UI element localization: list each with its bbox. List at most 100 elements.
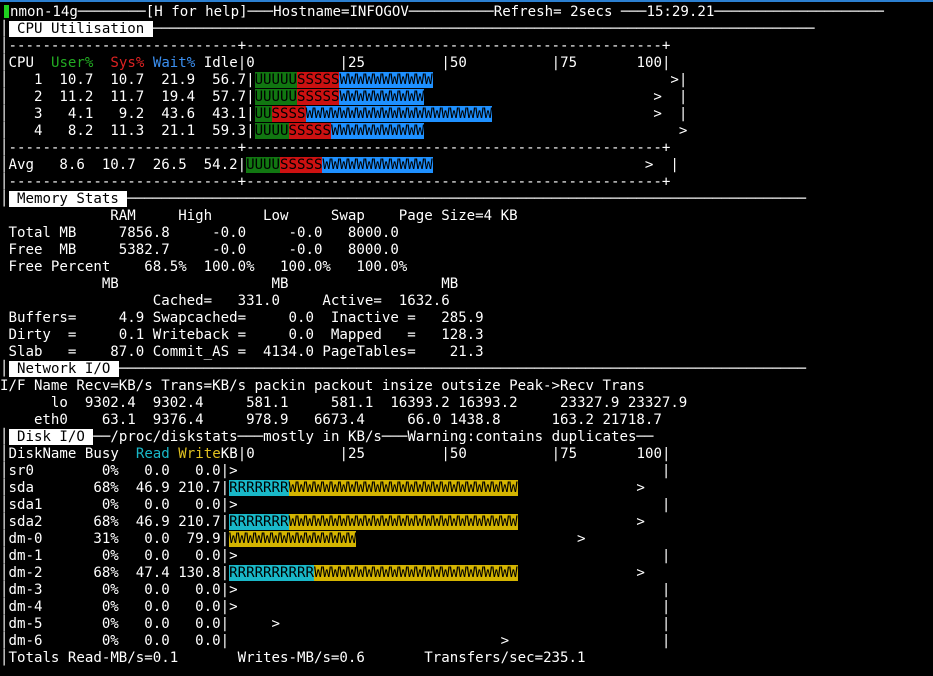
disk-row: │dm-5 0% 0.0 0.0| > |: [0, 616, 670, 633]
disk-row: │dm-1 0% 0.0 0.0|> |: [0, 548, 670, 565]
disk-row-tail: |: [509, 633, 671, 649]
wait-bar: WWWWWWWWWWW: [339, 72, 433, 88]
memory-line: Dirty = 0.1 Writeback = 0.0 Mapped = 128…: [0, 327, 484, 343]
app-name: nmon-14g: [10, 4, 78, 20]
disk-row-values: │dm-0 31% 0.0 79.9|: [0, 531, 230, 547]
disk-row: │dm-2 68% 47.4 130.8|RRRRRRRRRRWWWWWWWWW…: [0, 565, 645, 582]
disk-bar-marker: >: [229, 633, 510, 649]
window-top-border: [0, 0, 933, 2]
memory-section-title: Memory Stats: [8, 191, 128, 207]
disk-row-values: │sda2 68% 46.9 210.7|: [0, 514, 230, 530]
network-line: eth0 63.1 9376.4 978.9 6673.4 66.0 1438.…: [0, 412, 662, 428]
cpu-row: │ 2 11.2 11.7 19.4 57.7|UUUUUSSSSSWWWWWW…: [0, 89, 687, 106]
cpu-row-tail: >: [424, 123, 688, 139]
disk-source-path: /proc/diskstats: [110, 429, 238, 445]
sys-bar: SSSSS: [297, 89, 340, 105]
wait-bar: WWWWWWWWWWWWWWWWWWWWWW: [305, 106, 493, 122]
disk-row-tail: >: [517, 480, 645, 496]
disk-row: │sda 68% 46.9 210.7|RRRRRRRWWWWWWWWWWWWW…: [0, 480, 645, 497]
user-bar: UUUU: [254, 123, 289, 139]
disk-row: │dm-0 31% 0.0 79.9|WWWWWWWWWWWWWWW >: [0, 531, 586, 548]
terminal-cursor: [4, 5, 9, 18]
cpu-row: │ 4 8.2 11.3 21.1 59.3|UUUUSSSSSWWWWWWWW…: [0, 123, 687, 140]
read-bar: RRRRRRR: [229, 480, 289, 496]
read-bar: RRRRRRRRRR: [229, 565, 314, 581]
cpu-row-tail: >|: [432, 72, 688, 88]
network-section-title: Network I/O: [8, 361, 119, 377]
disk-row: │dm-4 0% 0.0 0.0|> |: [0, 599, 670, 616]
disk-row-values: │dm-5 0% 0.0 0.0|: [0, 616, 230, 632]
cpu-row-values: │ 1 10.7 10.7 21.9 56.7|: [0, 72, 255, 88]
avg-tail: > |: [432, 157, 679, 173]
memory-line: Slab = 87.0 Commit_AS = 4134.0 PageTable…: [0, 344, 484, 360]
disk-row: │sda1 0% 0.0 0.0|> |: [0, 497, 670, 514]
disk-row-values: │sda 68% 46.9 210.7|: [0, 480, 230, 496]
hostname: Hostname=INFOGOV: [273, 4, 409, 20]
disk-row: │sr0 0% 0.0 0.0|> |: [0, 463, 670, 480]
user-bar: UU: [254, 106, 272, 122]
disk-row-values: │dm-3 0% 0.0 0.0|: [0, 582, 230, 598]
avg-sys-bar: SSSSS: [280, 157, 323, 173]
disk-row-tail: |: [237, 582, 671, 598]
memory-line: Free Percent 68.5% 100.0% 100.0% 100.0%: [0, 259, 408, 275]
disk-bar-marker: >: [229, 599, 238, 615]
disk-scale: |0 |25 |50 |75 100|: [237, 446, 671, 462]
disk-warning: Warning:contains duplicates: [407, 429, 637, 445]
disk-row-tail: >: [356, 531, 586, 547]
cpu-row-values: │ 3 4.1 9.2 43.6 43.1|: [0, 106, 255, 122]
clock: 15:29.21: [646, 4, 715, 20]
sys-bar: SSSSS: [297, 72, 340, 88]
network-section-header: │ Network I/O ──────────────────────────…: [0, 361, 807, 377]
disk-row-tail: |: [280, 616, 671, 632]
disk-totals: │Totals Read-MB/s=0.1 Writes-MB/s=0.6 Tr…: [0, 650, 586, 666]
disk-bar-marker: >: [229, 616, 281, 632]
disk-row-tail: >: [517, 565, 645, 581]
memory-line: Total MB 7856.8 -0.0 -0.0 8000.0: [0, 225, 399, 241]
disk-bar-marker: >: [229, 497, 238, 513]
cpu-row-values: │ 4 8.2 11.3 21.1 59.3|: [0, 123, 255, 139]
cpu-dash-line-2: │---------------------------+-----------…: [0, 140, 671, 156]
network-line: I/F Name Recv=KB/s Trans=KB/s packin pac…: [0, 378, 645, 394]
memory-line: Free MB 5382.7 -0.0 -0.0 8000.0: [0, 242, 399, 258]
disk-row-values: │sda1 0% 0.0 0.0|: [0, 497, 230, 513]
disk-bar-marker: >: [229, 582, 238, 598]
read-bar: RRRRRRR: [229, 514, 289, 530]
memory-line: Cached= 331.0 Active= 1632.6: [0, 293, 450, 309]
disk-row: │dm-3 0% 0.0 0.0|> |: [0, 582, 670, 599]
disk-section-header: │ Disk I/O ──/proc/diskstats───mostly in…: [0, 429, 654, 445]
disk-row-values: │sr0 0% 0.0 0.0|: [0, 463, 230, 479]
network-line: lo 9302.4 9302.4 581.1 581.1 16393.2 163…: [0, 395, 688, 411]
avg-wait-bar: WWWWWWWWWWWWW: [322, 157, 433, 173]
disk-row-tail: |: [237, 497, 671, 513]
memory-line: RAM High Low Swap Page Size=4 KB: [0, 208, 518, 224]
read-header: Read: [135, 446, 170, 462]
cpu-column-header: │CPU User% Sys% Wait% Idle|0 |25 |50 |75…: [0, 55, 671, 71]
wait-bar: WWWWWWWWWWW: [330, 123, 425, 139]
refresh-rate: Refresh= 2secs: [493, 4, 613, 20]
disk-column-header: │DiskName Busy Read WriteKB|0 |25 |50 |7…: [0, 446, 671, 462]
title-bar: nmon-14g────────[H for help]───Hostname=…: [10, 4, 885, 20]
cpu-row-values: │ 2 11.2 11.7 19.4 57.7|: [0, 89, 255, 105]
cpu-row-tail: > |: [424, 89, 688, 105]
cpu-dash-line-3: │---------------------------+-----------…: [0, 174, 671, 190]
avg-values: │Avg 8.6 10.7 26.5 54.2|: [0, 157, 247, 173]
wait-pct-header: Wait%: [152, 55, 196, 71]
sys-bar: SSSS: [271, 106, 306, 122]
cpu-avg-row: │Avg 8.6 10.7 26.5 54.2|UUUUSSSSSWWWWWWW…: [0, 157, 679, 174]
user-pct-header: User%: [50, 55, 94, 71]
disk-row-tail: |: [237, 599, 671, 615]
disk-row: │dm-6 0% 0.0 0.0| > |: [0, 633, 670, 650]
nmon-terminal: nmon-14g────────[H for help]───Hostname=…: [0, 0, 933, 676]
user-bar: UUUUU: [254, 89, 297, 105]
cpu-section-header: │ CPU Utilisation ──────────────────────…: [0, 21, 815, 37]
memory-section-header: │ Memory Stats ─────────────────────────…: [0, 191, 807, 207]
disk-units: mostly in KB/s: [263, 429, 382, 445]
disk-row: │sda2 68% 46.9 210.7|RRRRRRRWWWWWWWWWWWW…: [0, 514, 645, 531]
write-bar: WWWWWWWWWWWWWWWWWWWWWWWW: [313, 565, 518, 581]
cpu-scale: |0 |25 |50 |75 100|: [237, 55, 671, 71]
disk-row-tail: >: [517, 514, 645, 530]
disk-row-tail: |: [237, 548, 671, 564]
help-hint: [H for help]: [145, 4, 248, 20]
write-bar: WWWWWWWWWWWWWWW: [229, 531, 357, 547]
memory-line: Buffers= 4.9 Swapcached= 0.0 Inactive = …: [0, 310, 484, 326]
